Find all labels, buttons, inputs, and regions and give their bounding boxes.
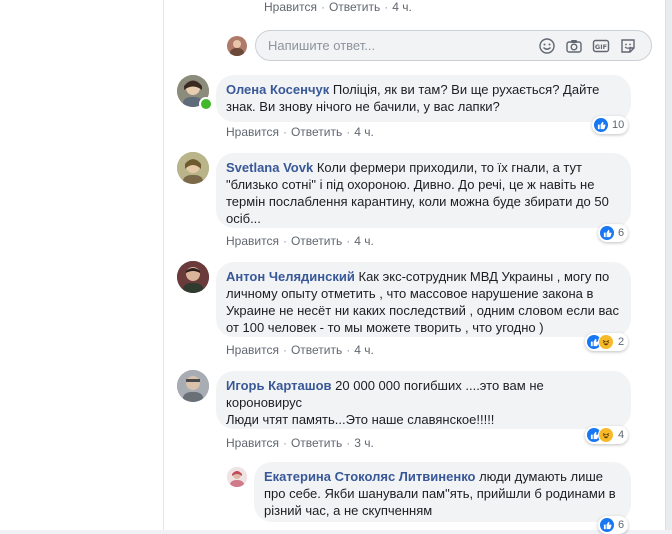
like-link[interactable]: Нравится xyxy=(226,125,279,139)
haha-reaction-icon xyxy=(598,427,614,443)
like-reaction-icon xyxy=(594,118,608,132)
reply-link[interactable]: Ответить xyxy=(291,125,342,139)
comment-author[interactable]: Екатерина Стоколяс Литвиненко xyxy=(264,469,475,484)
avatar[interactable] xyxy=(177,370,209,402)
comment-author[interactable]: Игорь Карташов xyxy=(226,378,332,393)
reply-link[interactable]: Ответить xyxy=(291,343,342,357)
timestamp: 4 ч. xyxy=(392,0,412,14)
comment-actions: Нравится · Ответить · 3 ч. xyxy=(226,436,374,450)
comment-bubble: Антон Челядинский Как экс-сотрудник МВД … xyxy=(216,262,631,337)
online-status-icon xyxy=(199,97,213,111)
reply-link[interactable]: Ответить xyxy=(291,436,342,450)
reply-input[interactable]: Напишите ответ... GIF xyxy=(255,30,652,61)
comment-bubble: Игорь Карташов 20 000 000 погибших ....э… xyxy=(216,371,631,429)
comment-bubble: Svetlana Vovk Коли фермери приходили, то… xyxy=(216,153,631,228)
like-link[interactable]: Нравится xyxy=(226,343,279,357)
divider xyxy=(163,0,164,530)
like-link[interactable]: Нравится xyxy=(264,0,317,14)
camera-icon[interactable] xyxy=(565,37,583,55)
timestamp: 4 ч. xyxy=(354,234,374,248)
comment-actions: Нравится · Ответить · 4 ч. xyxy=(226,234,374,248)
comment-actions: Нравится · Ответить · 4 ч. xyxy=(226,125,374,139)
comment-author[interactable]: Олена Косенчук xyxy=(226,82,329,97)
haha-reaction-icon xyxy=(598,334,614,350)
timestamp: 3 ч. xyxy=(354,436,374,450)
reply-placeholder: Напишите ответ... xyxy=(268,38,376,53)
reaction-count[interactable]: 2 xyxy=(585,333,629,351)
scrollbar-track[interactable] xyxy=(665,0,672,530)
gif-icon[interactable]: GIF xyxy=(592,37,610,55)
reply-link[interactable]: Ответить xyxy=(291,234,342,248)
smiley-icon[interactable] xyxy=(538,37,556,55)
comment-author[interactable]: Svetlana Vovk xyxy=(226,160,313,175)
comment-actions: Нравится · Ответить · 4 ч. xyxy=(264,0,412,14)
avatar[interactable] xyxy=(227,467,247,487)
like-link[interactable]: Нравится xyxy=(226,234,279,248)
avatar[interactable] xyxy=(177,261,209,293)
comment-bubble: Олена Косенчук Поліція, як ви там? Ви ще… xyxy=(216,75,631,122)
my-avatar xyxy=(227,36,247,56)
comment-author[interactable]: Антон Челядинский xyxy=(226,269,355,284)
reaction-count[interactable]: 4 xyxy=(585,426,629,444)
avatar[interactable] xyxy=(177,152,209,184)
reaction-count[interactable]: 10 xyxy=(592,116,629,134)
like-reaction-icon xyxy=(600,226,614,240)
sticker-icon[interactable] xyxy=(619,37,637,55)
timestamp: 4 ч. xyxy=(354,343,374,357)
timestamp: 4 ч. xyxy=(354,125,374,139)
comment-actions: Нравится · Ответить · 4 ч. xyxy=(226,343,374,357)
svg-text:GIF: GIF xyxy=(595,43,607,51)
reply-link[interactable]: Ответить xyxy=(329,0,380,14)
comment-bubble: Екатерина Стоколяс Литвиненко люди думаю… xyxy=(254,462,631,522)
reaction-count[interactable]: 6 xyxy=(598,516,629,534)
reaction-count[interactable]: 6 xyxy=(598,224,629,242)
like-link[interactable]: Нравится xyxy=(226,436,279,450)
comment-text-line-2: Люди чтят память...Это наше славянское!!… xyxy=(226,412,495,427)
